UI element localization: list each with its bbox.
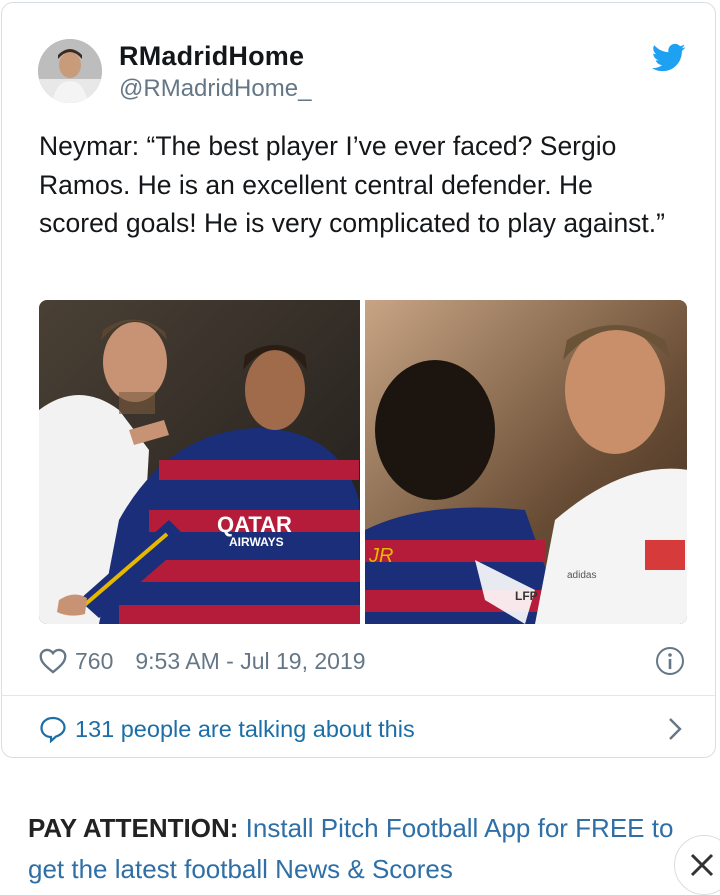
speech-bubble-icon bbox=[40, 716, 66, 743]
jersey-sponsor-sub: AIRWAYS bbox=[229, 535, 284, 549]
close-icon bbox=[690, 853, 714, 877]
display-name[interactable]: RMadridHome bbox=[119, 41, 304, 72]
promo-banner[interactable]: PAY ATTENTION: Install Pitch Football Ap… bbox=[28, 808, 688, 890]
media-photo-right[interactable]: JR LFP adidas bbox=[364, 300, 687, 624]
tweet-media[interactable]: QATAR AIRWAYS JR LFP adidas bbox=[39, 300, 687, 624]
jersey-name-text: JR bbox=[368, 545, 393, 567]
media-photo-left[interactable]: QATAR AIRWAYS bbox=[39, 300, 362, 624]
handle[interactable]: @RMadridHome_ bbox=[119, 75, 311, 103]
jersey-sponsor-text: QATAR bbox=[217, 512, 292, 537]
like-count[interactable]: 760 bbox=[75, 648, 113, 675]
promo-bold: PAY ATTENTION: bbox=[28, 813, 239, 843]
conversation-link[interactable]: 131 people are talking about this bbox=[39, 711, 687, 747]
heart-icon[interactable] bbox=[39, 648, 67, 674]
tweet-meta-row: 760 9:53 AM - Jul 19, 2019 bbox=[39, 645, 687, 677]
brand-text: adidas bbox=[567, 570, 596, 581]
chevron-right-icon[interactable] bbox=[667, 717, 683, 741]
twitter-bird-icon[interactable] bbox=[652, 43, 686, 73]
divider bbox=[2, 695, 715, 696]
info-icon[interactable] bbox=[655, 646, 685, 676]
badge-text: LFP bbox=[515, 589, 538, 603]
talking-count-text[interactable]: 131 people are talking about this bbox=[75, 716, 415, 743]
tweet-text: Neymar: “The best player I’ve ever faced… bbox=[39, 131, 665, 238]
avatar[interactable] bbox=[38, 39, 102, 103]
tweet-embed-card[interactable]: RMadridHome @RMadridHome_ Neymar: “The b… bbox=[1, 2, 716, 758]
timestamp[interactable]: 9:53 AM - Jul 19, 2019 bbox=[135, 648, 365, 675]
